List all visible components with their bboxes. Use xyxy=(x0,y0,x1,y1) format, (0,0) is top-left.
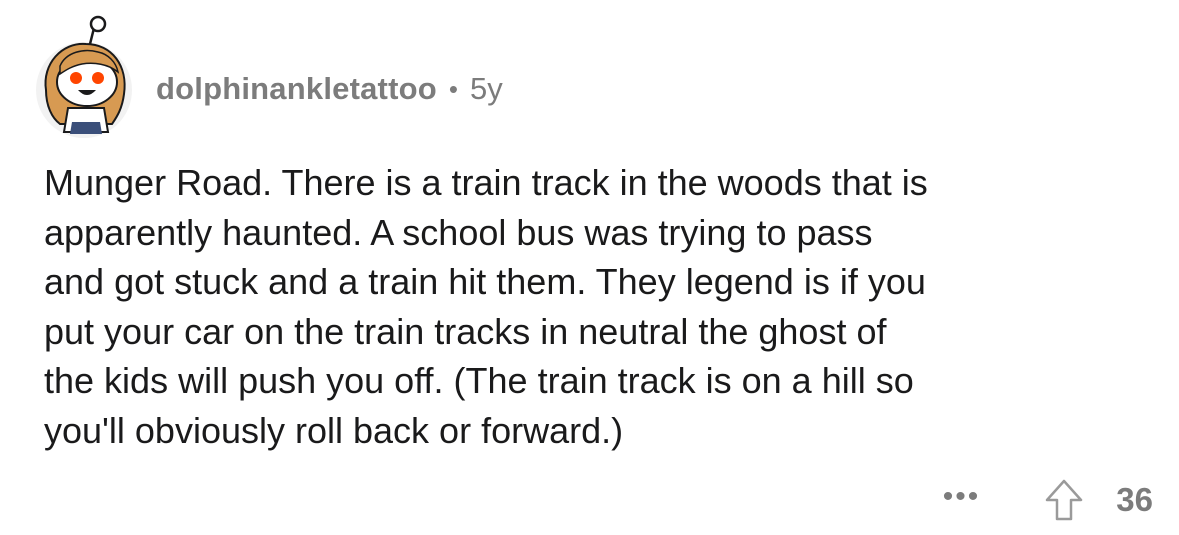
comment-body-line: apparently haunted. A school bus was try… xyxy=(44,211,873,253)
comment-header: dolphinankletattoo • 5y xyxy=(32,14,503,140)
upvote-button[interactable] xyxy=(1044,478,1084,522)
vote-score: 36 xyxy=(1116,481,1153,518)
comment-body-line: the kids will push you off. (The train t… xyxy=(44,360,914,401)
more-options-button[interactable]: ••• xyxy=(943,482,981,518)
comment-body: Munger Road. There is a train track in t… xyxy=(44,158,1154,455)
avatar-icon xyxy=(36,15,132,138)
comment-actions: ••• 36 xyxy=(943,472,1153,528)
comment-body-line: put your car on the train tracks in neut… xyxy=(44,310,887,352)
comment: dolphinankletattoo • 5y Munger Road. The… xyxy=(0,0,1179,535)
author-username[interactable]: dolphinankletattoo xyxy=(156,71,437,107)
comment-body-line: Munger Road. There is a train track in t… xyxy=(44,162,928,203)
avatar[interactable] xyxy=(32,14,136,140)
meta-separator: • xyxy=(448,73,458,104)
comment-body-line: you'll obviously roll back or forward.) xyxy=(44,409,624,451)
comment-body-line: and got stuck and a train hit them. They… xyxy=(44,261,926,302)
comment-age: 5y xyxy=(469,71,503,106)
comment-meta: dolphinankletattoo • 5y xyxy=(156,71,503,107)
upvote-arrow-icon xyxy=(1046,479,1083,521)
